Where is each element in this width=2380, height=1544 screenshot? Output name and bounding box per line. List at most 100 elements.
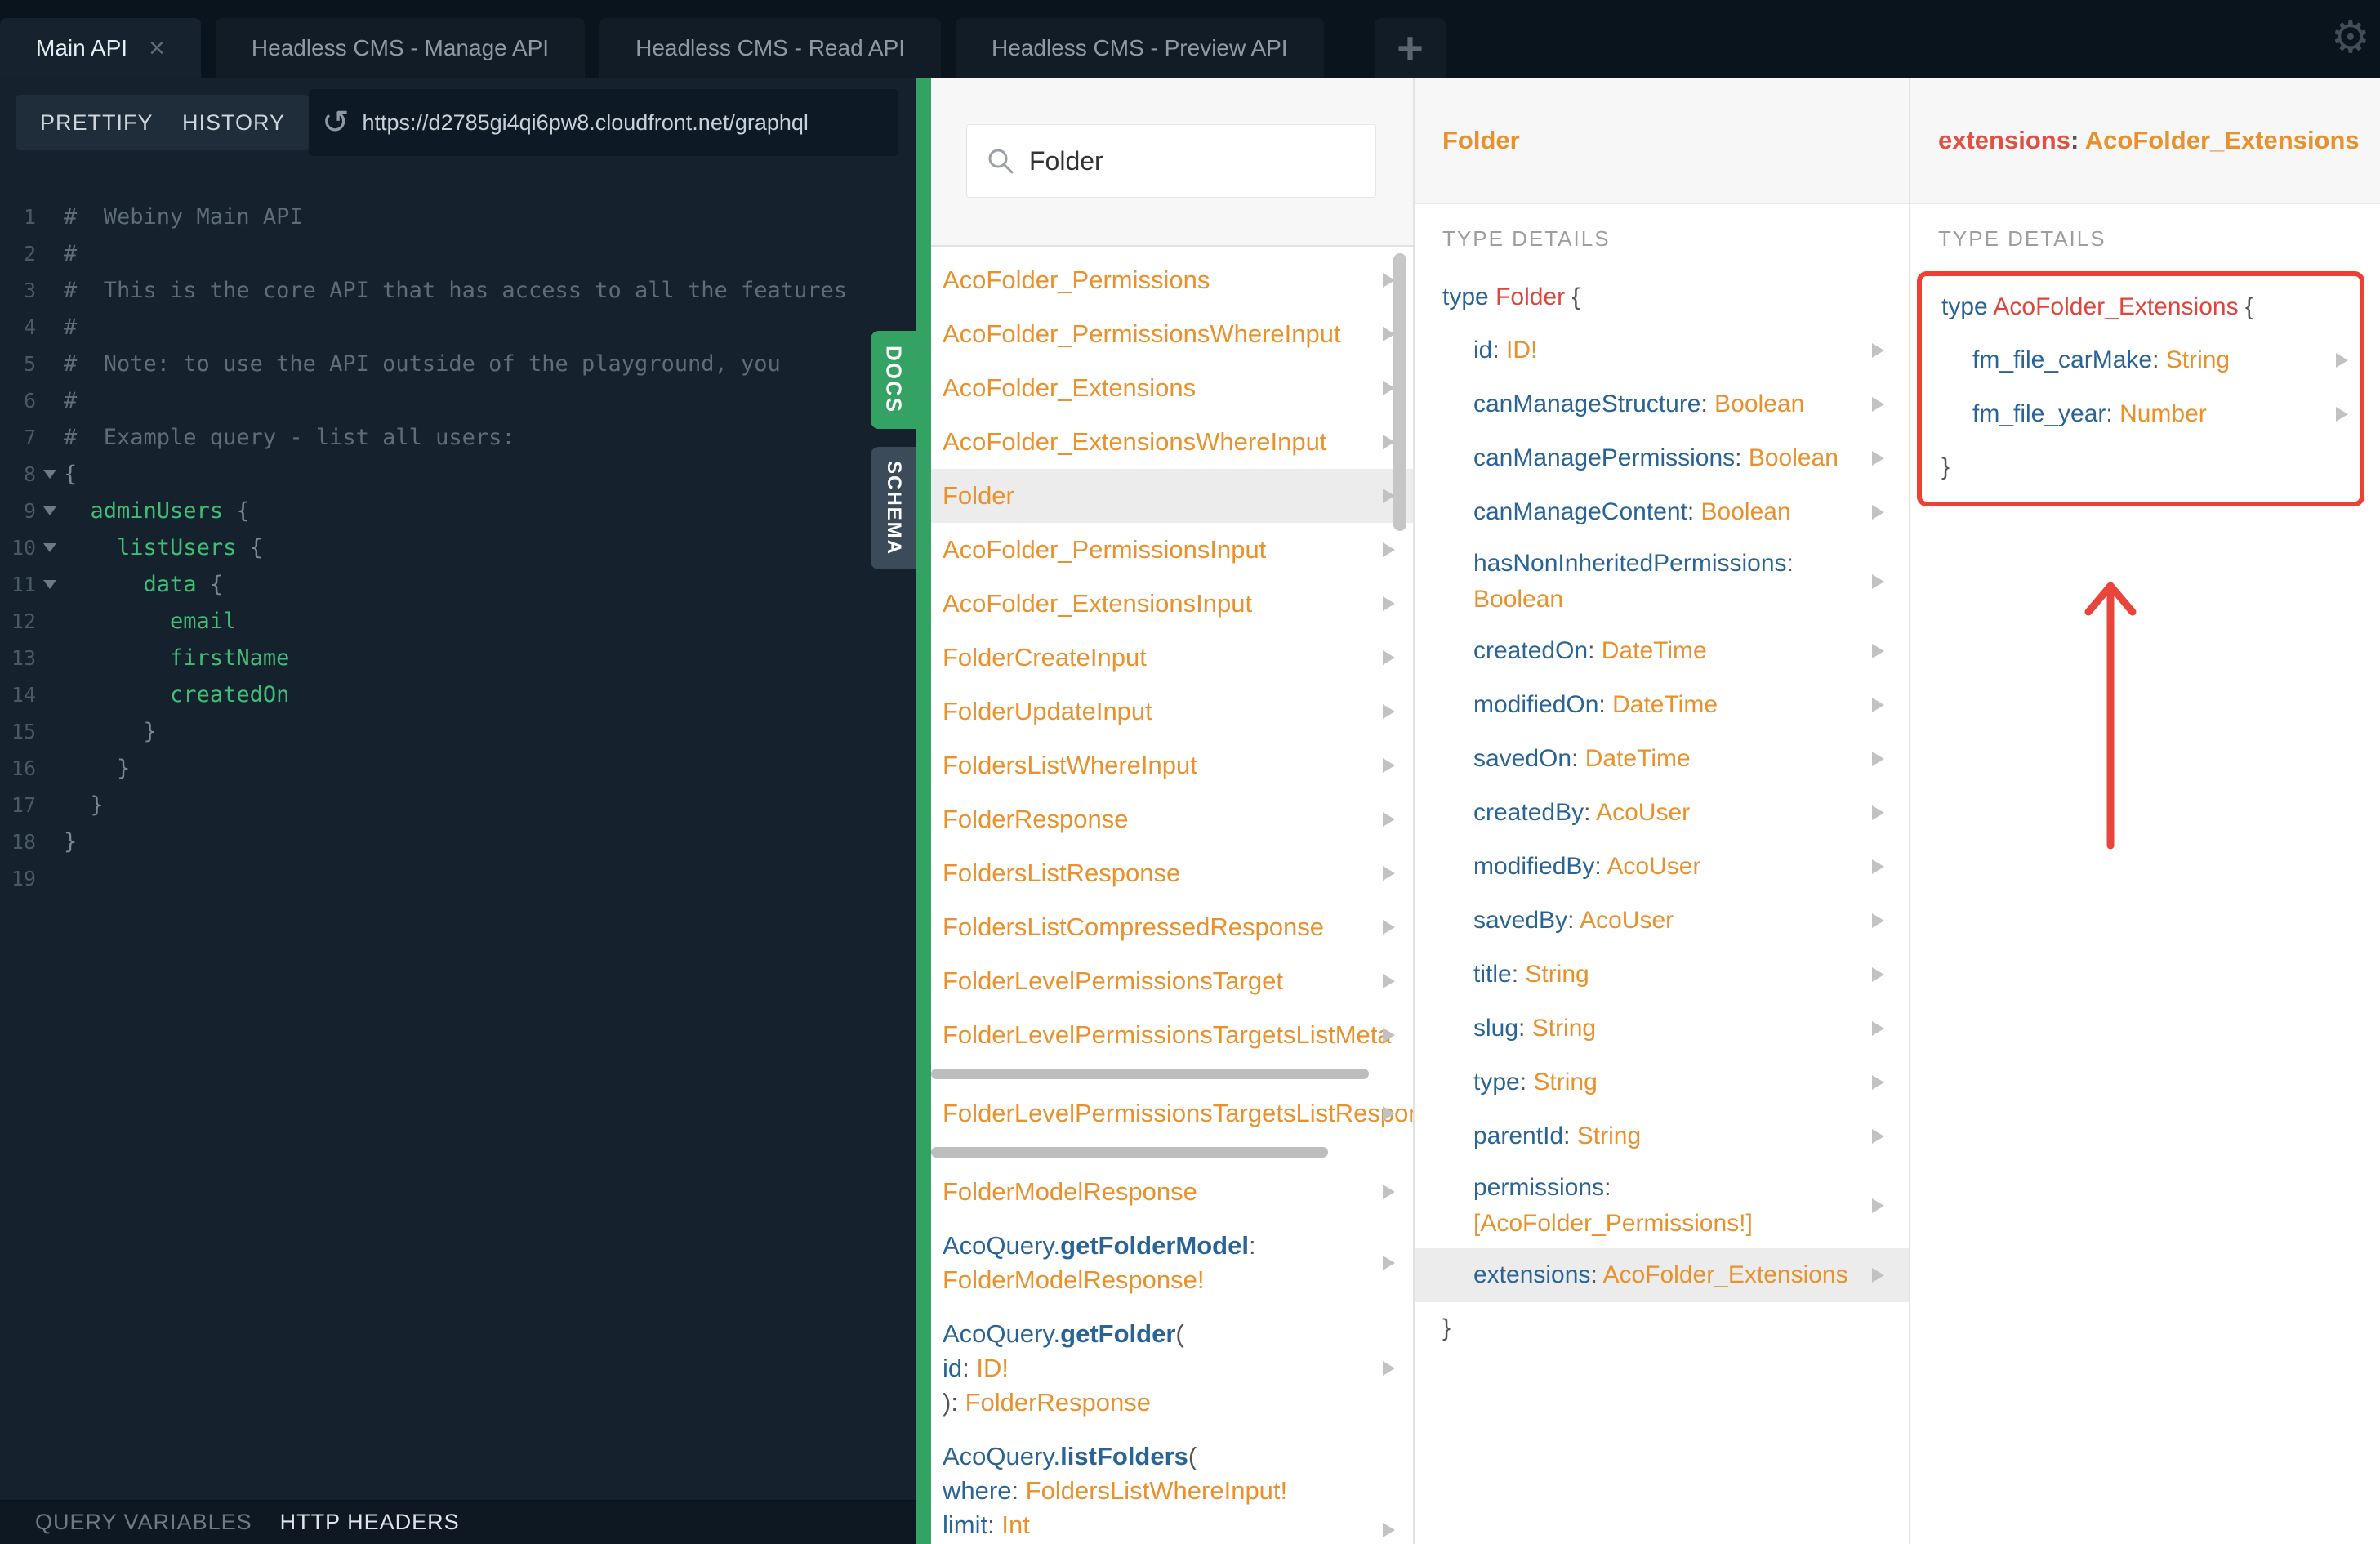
text-segment — [64, 498, 91, 524]
tab-headless-cms-preview-api[interactable]: Headless CMS - Preview API — [956, 18, 1324, 78]
line-number: 5 — [23, 352, 36, 376]
docs-item-line: AcoQuery.listFolders( — [943, 1439, 1377, 1474]
text-segment: limit — [943, 1511, 988, 1539]
text-segment: type — [1442, 283, 1489, 310]
docs-list-item[interactable]: AcoFolder_ExtensionsWhereInput — [931, 415, 1413, 469]
reload-icon[interactable]: ↺ — [322, 104, 350, 141]
docs-list-item[interactable]: AcoFolder_PermissionsInput — [931, 523, 1413, 577]
docs-list-item[interactable]: AcoFolder_Extensions — [931, 361, 1413, 415]
docs-list-item[interactable]: AcoFolder_ExtensionsInput — [931, 577, 1413, 631]
field-row-createdBy[interactable]: createdBy: AcoUser — [1442, 786, 1909, 840]
field-row-type[interactable]: type: String — [1442, 1055, 1909, 1109]
editor-panel: PRETTIFY HISTORY ↺ 1# Webiny Main API2#3… — [0, 78, 916, 1544]
tab-main-api[interactable]: Main API × — [0, 18, 201, 78]
text-segment: : — [987, 1511, 1002, 1539]
horizontal-scrollbar-thumb[interactable] — [931, 1147, 1328, 1158]
docs-list-item[interactable]: Folder — [931, 469, 1413, 523]
horizontal-scrollbar-thumb[interactable] — [931, 1069, 1369, 1079]
field-row-fm_file_carMake[interactable]: fm_file_carMake: String — [1941, 333, 2360, 387]
field-row-modifiedBy[interactable]: modifiedBy: AcoUser — [1442, 840, 1909, 894]
field-row-fm_file_year[interactable]: fm_file_year: Number — [1941, 387, 2360, 441]
folder-type-declaration: type Folder {id: ID! canManageStructure: … — [1415, 271, 1909, 1354]
docs-search-input[interactable] — [1027, 145, 1341, 177]
query-variables-tab[interactable]: QUERY VARIABLES — [35, 1510, 252, 1535]
field-row-canManageContent[interactable]: canManageContent: Boolean — [1442, 485, 1909, 539]
horizontal-scrollbar[interactable] — [931, 1062, 1413, 1087]
text-segment: AcoQuery. — [943, 1231, 1061, 1260]
prettify-button[interactable]: PRETTIFY — [16, 95, 178, 150]
docs-list-item[interactable]: FolderLevelPermissionsTarget — [931, 954, 1413, 1008]
field-row-hasNonInheritedPermissions[interactable]: hasNonInheritedPermissions: Boolean — [1442, 539, 1909, 624]
chevron-right-icon — [1872, 913, 1884, 928]
text-segment: FoldersListResponse — [943, 859, 1181, 887]
tab-headless-cms-read-api[interactable]: Headless CMS - Read API — [599, 18, 942, 78]
docs-list-item[interactable]: FoldersListWhereInput — [931, 739, 1413, 792]
field-row-title[interactable]: title: String — [1442, 948, 1909, 1002]
code-text: } — [64, 792, 104, 818]
extensions-panel-title: extensions: AcoFolder_Extensions — [1938, 126, 2360, 155]
docs-item-line: AcoQuery.getFolder( — [943, 1317, 1377, 1351]
docs-list-item[interactable]: FolderCreateInput — [931, 631, 1413, 685]
extensions-type-details: TYPE DETAILS type AcoFolder_Extensions {… — [1910, 204, 2380, 1544]
docs-panel-edge[interactable] — [916, 78, 931, 1544]
text-segment: FoldersListWhereInput — [943, 751, 1197, 779]
docs-scrollbar-thumb[interactable] — [1393, 253, 1406, 531]
docs-list-item[interactable]: AcoFolder_PermissionsWhereInput — [931, 307, 1413, 361]
docs-list-item[interactable]: AcoFolder_Permissions — [931, 253, 1413, 307]
docs-list-item[interactable]: AcoQuery.getFolderModel: FolderModelRespo… — [931, 1219, 1413, 1307]
text-segment: { — [2238, 293, 2253, 320]
field-row-extensions[interactable]: extensions: AcoFolder_Extensions — [1415, 1248, 1909, 1302]
docs-list-item[interactable]: FolderResponse — [931, 792, 1413, 846]
text-segment: ( — [1188, 1442, 1197, 1470]
docs-list-item[interactable]: AcoQuery.listFolders( where: FoldersList… — [931, 1430, 1413, 1544]
fold-caret-icon[interactable] — [36, 506, 64, 515]
text-segment: modifiedBy — [1473, 853, 1595, 880]
docs-list-item[interactable]: FoldersListResponse — [931, 846, 1413, 900]
fold-caret-icon[interactable] — [36, 580, 64, 589]
history-button[interactable]: HISTORY — [158, 95, 310, 150]
field-row-savedOn[interactable]: savedOn: DateTime — [1442, 732, 1909, 786]
field-row-canManagePermissions[interactable]: canManagePermissions: Boolean — [1442, 431, 1909, 485]
text-segment: Boolean — [1714, 390, 1805, 417]
field-line: type: String — [1473, 1055, 1860, 1109]
text-segment: extensions — [1938, 125, 2070, 154]
text-segment: slug — [1473, 1015, 1519, 1042]
field-row-canManageStructure[interactable]: canManageStructure: Boolean — [1442, 377, 1909, 431]
schema-side-tab[interactable]: SCHEMA — [871, 447, 916, 569]
text-segment: ( — [1175, 1319, 1184, 1348]
docs-side-tab[interactable]: DOCS — [871, 331, 916, 429]
text-segment: : — [1590, 1261, 1603, 1288]
docs-list-item[interactable]: AcoQuery.getFolder( id: ID!): FolderResp… — [931, 1307, 1413, 1430]
http-headers-tab[interactable]: HTTP HEADERS — [280, 1510, 460, 1535]
endpoint-url-input[interactable] — [360, 109, 871, 136]
type-declaration-open[interactable]: type AcoFolder_Extensions { — [1941, 281, 2360, 333]
close-icon[interactable]: × — [149, 34, 165, 62]
docs-list-item[interactable]: FolderLevelPermissionsTargetsListMeta — [931, 1008, 1413, 1062]
field-row-savedBy[interactable]: savedBy: AcoUser — [1442, 894, 1909, 948]
new-tab-button[interactable]: + — [1375, 18, 1446, 78]
caret-down-icon — [43, 506, 56, 515]
docs-list-item[interactable]: FoldersListCompressedResponse — [931, 900, 1413, 954]
field-line: title: String — [1473, 948, 1860, 1002]
docs-list-item[interactable]: FolderModelResponse — [931, 1165, 1413, 1219]
field-row-permissions[interactable]: permissions: [AcoFolder_Permissions!] — [1442, 1163, 1909, 1248]
field-row-id[interactable]: id: ID! — [1442, 324, 1909, 377]
type-declaration-open[interactable]: type Folder { — [1442, 271, 1909, 324]
field-row-modifiedOn[interactable]: modifiedOn: DateTime — [1442, 678, 1909, 732]
field-row-slug[interactable]: slug: String — [1442, 1002, 1909, 1055]
field-row-createdOn[interactable]: createdOn: DateTime — [1442, 624, 1909, 678]
docs-list-item[interactable]: FolderLevelPermissionsTargetsListRespons… — [931, 1087, 1413, 1140]
code-text: email — [64, 609, 236, 634]
horizontal-scrollbar[interactable] — [931, 1140, 1413, 1165]
fold-caret-icon[interactable] — [36, 543, 64, 552]
field-row-parentId[interactable]: parentId: String — [1442, 1109, 1909, 1163]
tab-headless-cms-manage-api[interactable]: Headless CMS - Manage API — [215, 18, 586, 78]
text-segment: ID! — [1506, 337, 1538, 364]
code-line: 4 # — [0, 309, 916, 346]
chevron-right-icon — [1383, 866, 1395, 881]
query-editor[interactable]: 1 # Webiny Main API 2 #3 # This is the core … — [0, 184, 916, 1514]
fold-caret-icon[interactable] — [36, 470, 64, 479]
docs-list-item[interactable]: FolderUpdateInput — [931, 685, 1413, 739]
settings-gear-icon[interactable]: ⚙ — [2331, 11, 2370, 63]
text-segment: FolderLevelPermissionsTargetsListRespons… — [943, 1099, 1413, 1127]
